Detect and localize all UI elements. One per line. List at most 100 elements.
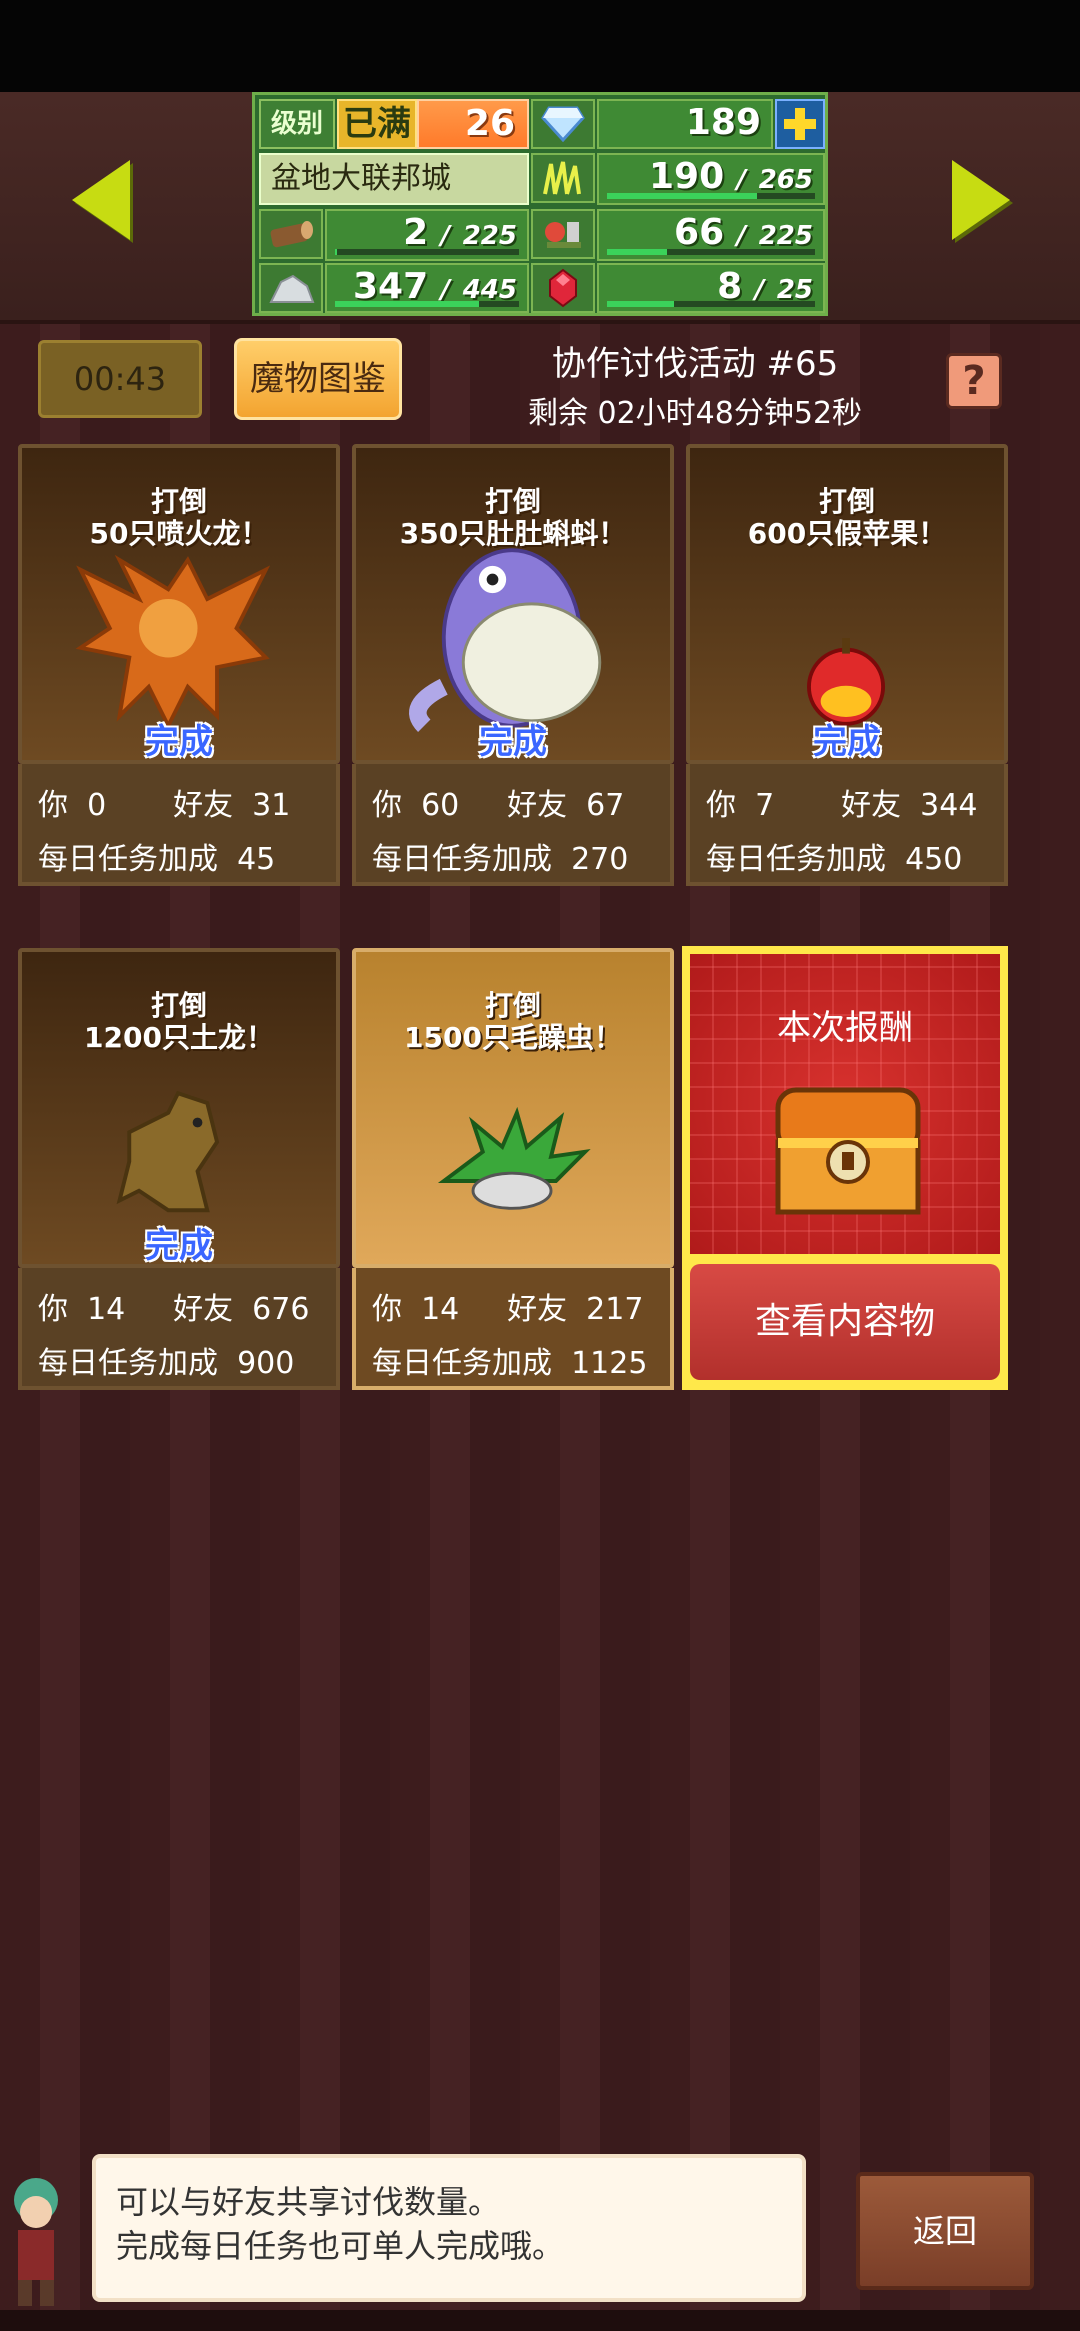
card-stats: 你 0 好友 31 每日任务加成 45 bbox=[18, 764, 340, 886]
food-value: 66 / 225 bbox=[597, 209, 825, 261]
card-stats: 你 60 好友 67 每日任务加成 270 bbox=[352, 764, 674, 886]
daily-bonus-value: 450 bbox=[905, 842, 963, 877]
food-icon bbox=[531, 209, 595, 259]
wood-current: 2 bbox=[403, 212, 429, 253]
treasure-chest-icon bbox=[775, 1087, 921, 1215]
grass-separator: / bbox=[736, 165, 747, 195]
tadpole-icon bbox=[409, 548, 602, 732]
wood-icon bbox=[259, 209, 323, 259]
friend-count: 344 bbox=[920, 788, 978, 823]
hint-line-1: 可以与好友共享讨伐数量。 bbox=[116, 2183, 501, 2221]
stats-panel: 级别 已满 26 189 盆地大联邦城 190 / 265 2 / 225 66… bbox=[252, 92, 828, 316]
friend-label: 好友 bbox=[507, 788, 568, 823]
card-title-line1: 打倒 bbox=[150, 485, 207, 518]
you-label: 你 bbox=[372, 788, 402, 823]
card-stats: 你 7 好友 344 每日任务加成 450 bbox=[686, 764, 1008, 886]
level-label: 级别 bbox=[259, 99, 335, 149]
bestiary-button[interactable]: 魔物图鉴 bbox=[234, 338, 402, 420]
ruby-value: 8 / 25 bbox=[597, 263, 825, 313]
earth-dragon-icon bbox=[116, 1090, 220, 1213]
daily-bonus-label: 每日任务加成 bbox=[372, 1346, 552, 1381]
daily-bonus-label: 每日任务加成 bbox=[38, 842, 218, 877]
you-count: 14 bbox=[421, 1292, 460, 1327]
status-bar bbox=[0, 0, 1080, 92]
daily-bonus-label: 每日任务加成 bbox=[372, 842, 552, 877]
card-top: 打倒 1200只土龙！ 完成 bbox=[18, 948, 340, 1268]
friend-count: 676 bbox=[252, 1292, 310, 1327]
food-separator: / bbox=[736, 221, 747, 251]
previous-arrow-icon[interactable] bbox=[72, 160, 130, 240]
you-label: 你 bbox=[38, 788, 68, 823]
wood-max: 225 bbox=[462, 221, 517, 251]
card-title-line1: 打倒 bbox=[818, 485, 875, 518]
card-stats: 你 14 好友 676 每日任务加成 900 bbox=[18, 1268, 340, 1390]
you-label: 你 bbox=[38, 1292, 68, 1327]
quest-card-fire-dragon[interactable]: 打倒 50只喷火龙！ 完成 你 0 好友 31 每日任务加成 45 bbox=[18, 444, 340, 886]
daily-bonus-value: 1125 bbox=[571, 1346, 648, 1381]
friend-count: 67 bbox=[586, 788, 625, 823]
grass-bar bbox=[607, 193, 815, 199]
diamond-icon bbox=[531, 99, 595, 149]
wood-bar bbox=[335, 249, 519, 255]
wood-value: 2 / 225 bbox=[325, 209, 529, 261]
quest-card-earth-dragon[interactable]: 打倒 1200只土龙！ 完成 你 14 好友 676 每日任务加成 900 bbox=[18, 948, 340, 1390]
ore-bar bbox=[335, 301, 519, 307]
daily-bonus-label: 每日任务加成 bbox=[706, 842, 886, 877]
reward-area: 本次报酬 bbox=[690, 954, 1000, 1254]
food-bar bbox=[607, 249, 815, 255]
card-title-line1: 打倒 bbox=[484, 485, 541, 518]
level-max-badge: 已满 bbox=[337, 99, 417, 149]
grass-icon bbox=[531, 153, 595, 203]
quest-card-tadpole[interactable]: 打倒 350只肚肚蝌蚪！ 完成 你 60 好友 67 每日任务加成 270 bbox=[352, 444, 674, 886]
ruby-icon bbox=[531, 263, 595, 313]
you-label: 你 bbox=[706, 788, 736, 823]
fuzzy-bug-icon bbox=[437, 1106, 591, 1210]
next-arrow-icon[interactable] bbox=[952, 160, 1010, 240]
daily-bonus-label: 每日任务加成 bbox=[38, 1346, 218, 1381]
friend-label: 好友 bbox=[507, 1292, 568, 1327]
gem-count: 189 bbox=[597, 99, 773, 149]
card-title-line1: 打倒 bbox=[484, 989, 541, 1022]
food-current: 66 bbox=[674, 212, 725, 253]
city-name: 盆地大联邦城 bbox=[259, 153, 529, 205]
bottom-strip bbox=[0, 2310, 1080, 2331]
ore-icon bbox=[259, 263, 323, 313]
you-count: 14 bbox=[87, 1292, 126, 1327]
reward-title: 本次报酬 bbox=[777, 1008, 913, 1048]
done-label: 完成 bbox=[145, 1226, 213, 1266]
fake-apple-icon bbox=[807, 638, 886, 726]
reward-panel: 本次报酬 查看内容物 bbox=[682, 946, 1008, 1390]
done-label: 完成 bbox=[813, 722, 881, 762]
food-max: 225 bbox=[758, 221, 813, 251]
grass-value: 190 / 265 bbox=[597, 153, 825, 205]
you-count: 60 bbox=[421, 788, 460, 823]
friend-label: 好友 bbox=[841, 788, 902, 823]
you-count: 0 bbox=[87, 788, 107, 823]
card-stats: 你 14 好友 217 每日任务加成 1125 bbox=[352, 1268, 674, 1390]
grass-max: 265 bbox=[758, 165, 813, 195]
view-contents-button[interactable]: 查看内容物 bbox=[690, 1264, 1000, 1380]
ruby-bar bbox=[607, 301, 815, 307]
card-top: 打倒 600只假苹果！ 完成 bbox=[686, 444, 1008, 764]
daily-bonus-value: 45 bbox=[237, 842, 276, 877]
card-top: 打倒 50只喷火龙！ 完成 bbox=[18, 444, 340, 764]
friend-count: 217 bbox=[586, 1292, 644, 1327]
card-top: 打倒 1500只毛躁虫！ bbox=[352, 948, 674, 1268]
you-label: 你 bbox=[372, 1292, 402, 1327]
done-label: 完成 bbox=[145, 722, 213, 762]
help-button[interactable]: ? bbox=[946, 353, 1002, 409]
card-title-line1: 打倒 bbox=[150, 989, 207, 1022]
friend-count: 31 bbox=[252, 788, 291, 823]
done-label: 完成 bbox=[479, 722, 547, 762]
daily-bonus-value: 270 bbox=[571, 842, 629, 877]
fire-dragon-icon bbox=[75, 554, 271, 731]
plus-icon bbox=[784, 108, 816, 140]
quest-card-fake-apple[interactable]: 打倒 600只假苹果！ 完成 你 7 好友 344 每日任务加成 450 bbox=[686, 444, 1008, 886]
hint-line-2: 完成每日任务也可单人完成哦。 bbox=[116, 2227, 565, 2265]
grass-current: 190 bbox=[648, 156, 725, 197]
add-gems-button[interactable] bbox=[775, 99, 825, 149]
event-title: 协作讨伐活动 #65 bbox=[551, 344, 839, 384]
back-button[interactable]: 返回 bbox=[856, 2172, 1034, 2290]
quest-card-fuzzy-bug[interactable]: 打倒 1500只毛躁虫！ 你 14 好友 217 每日任务加成 1125 bbox=[352, 948, 674, 1390]
card-top: 打倒 350只肚肚蝌蚪！ 完成 bbox=[352, 444, 674, 764]
